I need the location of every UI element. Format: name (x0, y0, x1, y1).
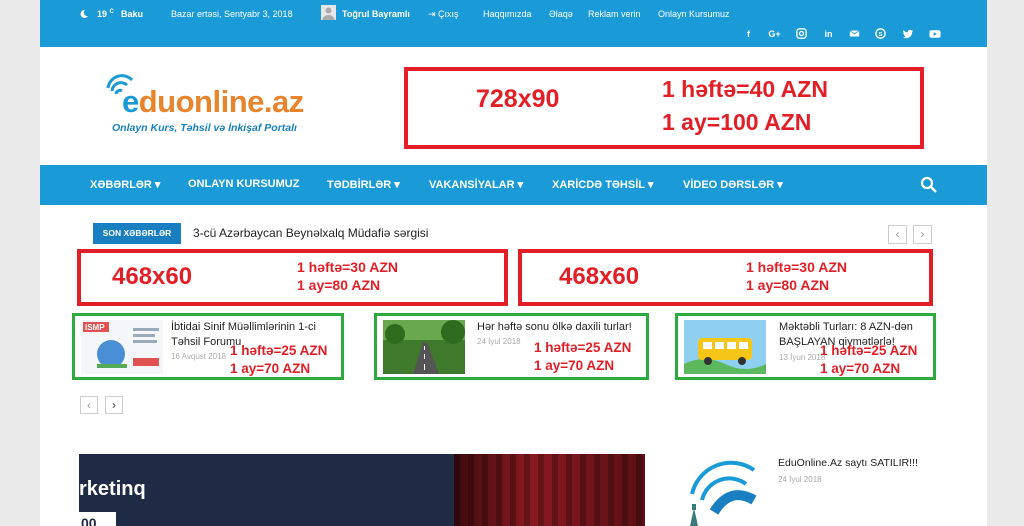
ad-week-price: 1 həftə=40 AZN (662, 76, 828, 102)
side-post-title[interactable]: EduOnline.Az saytı SATILIR!!! (778, 457, 918, 469)
ad-month-price: 1 ay=80 AZN (297, 277, 381, 293)
ad-size-label: 728x90 (476, 85, 560, 113)
ad-month-price: 1 ay=80 AZN (746, 277, 830, 293)
post-title[interactable]: Hər həftə sonu ölkə daxili turlar! (477, 320, 647, 335)
nav-item-news[interactable]: XƏBƏRLƏR ▾ (90, 178, 160, 191)
nav-link-about[interactable]: Haqqımızda (483, 9, 532, 19)
posts-next-button[interactable]: › (105, 396, 123, 414)
twitter-icon[interactable] (901, 28, 914, 41)
skype-icon[interactable]: S (874, 28, 887, 41)
ad-month-price: 1 ay=70 AZN (230, 361, 311, 376)
ad-banner-468x60-right[interactable]: 468x60 1 həftə=30 AZN 1 ay=80 AZN (518, 249, 933, 306)
user-avatar[interactable] (321, 5, 336, 20)
post-date: 16 Avqust 2018 (171, 352, 227, 361)
featured-post[interactable]: Hər həftə sonu ölkə daxili turlar! 24 İy… (374, 313, 649, 380)
user-name[interactable]: Toğrul Bayramlı (342, 9, 410, 19)
ad-week-price: 1 həftə=30 AZN (746, 259, 848, 275)
post-thumbnail[interactable] (684, 320, 766, 374)
nav-item-online-course[interactable]: ONLAYN KURSUMUZ (188, 178, 299, 190)
main-nav: XƏBƏRLƏR ▾ ONLAYN KURSUMUZ TƏDBİRLƏR ▾ V… (40, 165, 987, 205)
google-plus-icon[interactable]: G+ (768, 28, 781, 41)
temperature: 19 C (97, 9, 114, 19)
moon-icon (80, 9, 88, 18)
featured-post[interactable]: ISMP İbtidai Sinif Müəllimlərinin 1-ci T… (72, 313, 344, 380)
svg-text:ISMP: ISMP (85, 323, 105, 332)
ticker-prev-button[interactable]: ‹ (888, 225, 907, 244)
logo-wordmark: eduonline.az (122, 84, 304, 119)
main-featured-image[interactable]: rketinq 00 (79, 454, 645, 526)
city: Baku (121, 9, 144, 19)
ad-banner-728x90[interactable]: 728x90 1 həftə=40 AZN 1 ay=100 AZN (404, 67, 924, 149)
ad-week-price: 1 həftə=25 AZN (820, 343, 918, 358)
post-thumbnail[interactable] (383, 320, 465, 374)
featured-post[interactable]: Məktəbli Turları: 8 AZN-dən BAŞLAYAN qiy… (675, 313, 936, 380)
youtube-icon[interactable] (928, 28, 941, 41)
post-thumbnail[interactable]: ISMP (81, 320, 163, 374)
facebook-icon[interactable]: f (742, 28, 755, 41)
featured-number: 00 (79, 512, 116, 526)
ad-week-price: 1 həftə=25 AZN (534, 340, 632, 355)
search-icon[interactable] (920, 176, 938, 194)
logout-link[interactable]: ⇥ Çıxış (428, 9, 459, 20)
logo-tagline: Onlayn Kurs, Təhsil və İnkişaf Portalı (112, 122, 297, 134)
nav-link-contact[interactable]: Əlaqə (549, 9, 573, 19)
page: 19 C Baku Bazar ertəsi, Sentyabr 3, 2018… (40, 0, 987, 526)
nav-item-video-lessons[interactable]: VİDEO DƏRSLƏR ▾ (683, 178, 783, 191)
ad-banner-468x60-left[interactable]: 468x60 1 həftə=30 AZN 1 ay=80 AZN (77, 249, 508, 306)
instagram-icon[interactable] (795, 28, 808, 41)
mail-icon[interactable] (848, 28, 861, 41)
current-date: Bazar ertəsi, Sentyabr 3, 2018 (171, 9, 293, 19)
ad-size-label: 468x60 (559, 263, 640, 290)
svg-text:S: S (879, 32, 883, 38)
side-post-thumbnail[interactable] (680, 452, 770, 526)
ad-size-label: 468x60 (112, 263, 193, 290)
nav-item-events[interactable]: TƏDBİRLƏR ▾ (327, 178, 400, 191)
ticker-next-button[interactable]: › (913, 225, 932, 244)
site-logo[interactable]: eduonline.az Onlayn Kurs, Təhsil və İnki… (100, 70, 340, 140)
curtain-stripes (454, 454, 645, 526)
side-post-date: 24 İyul 2018 (778, 475, 822, 484)
latest-news-label: SON XƏBƏRLƏR (93, 223, 181, 244)
ad-month-price: 1 ay=100 AZN (662, 109, 812, 135)
ad-week-price: 1 həftə=25 AZN (230, 343, 328, 358)
ad-week-price: 1 həftə=30 AZN (297, 259, 399, 275)
ticker-headline[interactable]: 3-cü Azərbaycan Beynəlxalq Müdafiə sərgi… (193, 226, 428, 240)
nav-link-advertise[interactable]: Reklam verin (588, 9, 641, 19)
top-bar: 19 C Baku Bazar ertəsi, Sentyabr 3, 2018… (40, 0, 987, 47)
post-date: 13 İyun 2018 (779, 353, 826, 362)
ad-month-price: 1 ay=70 AZN (820, 361, 901, 376)
post-date: 24 İyul 2018 (477, 337, 521, 346)
nav-item-vacancies[interactable]: VAKANSİYALAR ▾ (429, 178, 523, 191)
ad-month-price: 1 ay=70 AZN (534, 358, 615, 373)
nav-link-online-course[interactable]: Onlayn Kursumuz (658, 9, 730, 19)
featured-title[interactable]: rketinq (79, 478, 146, 501)
nav-item-study-abroad[interactable]: XARİCDƏ TƏHSİL ▾ (552, 178, 653, 191)
linkedin-icon[interactable]: in (822, 28, 835, 41)
posts-prev-button[interactable]: ‹ (80, 396, 98, 414)
